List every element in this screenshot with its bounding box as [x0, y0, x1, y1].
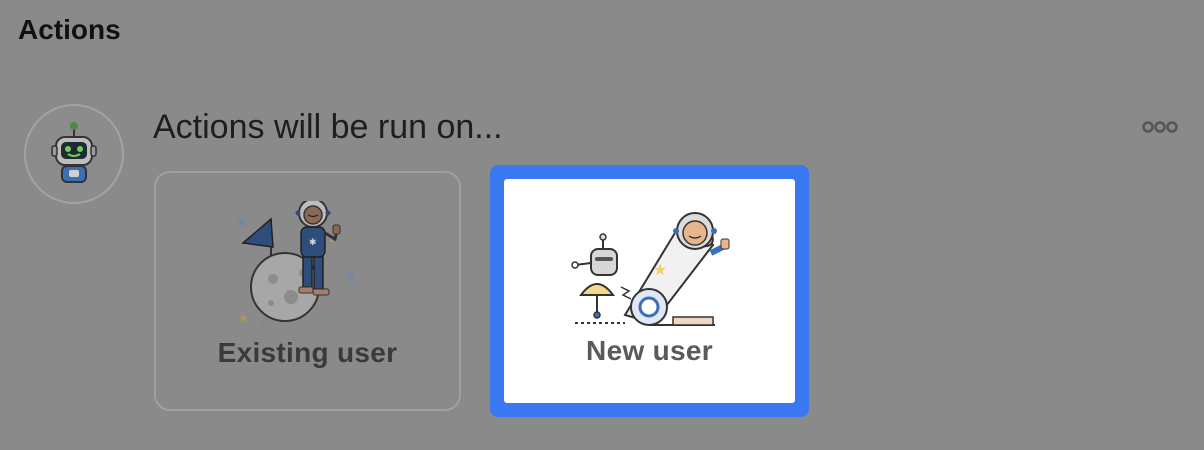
- svg-text:★: ★: [235, 215, 248, 231]
- svg-text:★: ★: [653, 260, 667, 279]
- new-user-option[interactable]: ★ New user: [490, 165, 809, 417]
- more-options-button[interactable]: [1140, 112, 1180, 142]
- option-label: New user: [586, 335, 713, 366]
- astronaut-cannon-icon: ★: [570, 212, 729, 326]
- section-title: Actions: [18, 14, 121, 45]
- astronaut-on-moon-icon: ★ ★ ★ ✱: [235, 201, 358, 327]
- svg-text:★: ★: [237, 311, 250, 327]
- prompt-text: Actions will be run on...: [153, 108, 503, 146]
- bot-avatar: [24, 104, 124, 204]
- existing-user-option[interactable]: ★ ★ ★ ✱ Existing user: [154, 171, 461, 411]
- new-user-option-panel: ★ New user: [504, 179, 795, 403]
- svg-text:✱: ✱: [309, 238, 317, 248]
- more-dots-icon: [1142, 121, 1178, 133]
- svg-text:★: ★: [345, 269, 358, 285]
- robot-icon: [51, 122, 97, 183]
- option-label: Existing user: [217, 337, 398, 368]
